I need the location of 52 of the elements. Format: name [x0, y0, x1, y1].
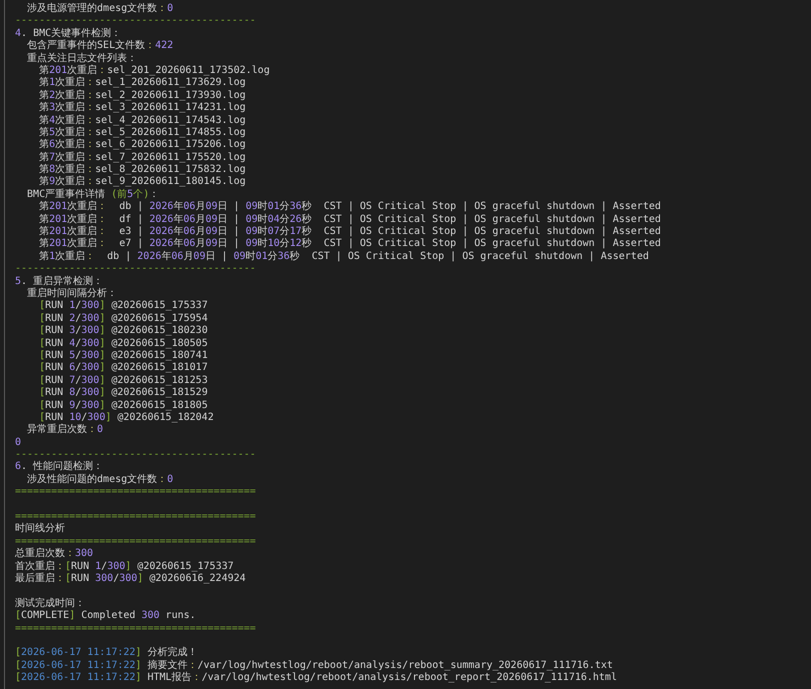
terminal-line: 首次重启：[RUN 1/300] @20260615_175337: [15, 560, 234, 572]
terminal-line: 总重启次数：300: [15, 548, 94, 560]
terminal-line: 第201次重启： e7 | 2026年06月 09日 | 09时10分12秒 CST | OS Critical Stop | OS graceful shutdown | Asserted: [38, 238, 661, 250]
terminal-line: 最后重启：[RUN 300/300] @20260616_224924: [15, 572, 246, 586]
terminal-line: [RUN 2/300] @20260615_175954: [38, 312, 208, 325]
terminal-line: [2026-06-17 11:17:22] 摘要文件：/var/log/hwtestlog/reboot/analysis/reboot_summary_20260617_111716.txt: [15, 660, 613, 672]
terminal-line: [RUN 5/300] @20260615_180741: [38, 350, 208, 362]
divider-text: ----------------------------------------: [15, 263, 256, 276]
terminal-line: 第201次重启： db | 2026年06月 09日 | 09时01分36秒 CST | OS Critical Stop | OS graceful shutdown | Asserted: [38, 201, 661, 214]
terminal-line: 第1次重启： db | 2026年06月 09日 | 09时01分36秒 CST | OS Critical Stop | OS graceful shutdown | Asserted: [38, 250, 649, 264]
divider-text: ----------------------------------------: [15, 449, 256, 460]
terminal-line: 第7次重启：sel_7_20260611_175520.log: [38, 152, 246, 164]
divider-text: ========================================: [15, 622, 256, 635]
divider-text: ========================================: [15, 486, 256, 499]
divider-text: ----------------------------------------: [15, 15, 256, 28]
terminal-line: [COMPLETE] Completed 300 runs.: [15, 610, 196, 623]
terminal-line: BMC严重事件详情 (前5个)：: [26, 188, 160, 200]
terminal-line: 第8次重启：sel_8_20260611_175832.log: [38, 164, 246, 176]
terminal-line: 第5次重启：sel_5_20260611_174855.log: [38, 126, 246, 138]
terminal-line: 第1次重启：sel_1_20260611_173629.log: [38, 77, 246, 90]
terminal-line: 异常重启次数：0: [26, 424, 104, 437]
terminal-line: 包含严重事件的SEL文件数：422: [26, 40, 174, 52]
terminal-line: 4. BMC关键事件检测：: [15, 28, 122, 40]
divider-text: ========================================: [15, 511, 256, 522]
terminal-line: [RUN 10/300] @20260615_182042: [38, 412, 214, 424]
terminal-line: 涉及电源管理的dmesg文件数：0: [26, 3, 174, 16]
terminal-line: [RUN 3/300] @20260615_180230: [38, 325, 208, 338]
terminal-line: 第201次重启：sel_201_20260611_173502.log: [38, 64, 270, 76]
terminal-line: [RUN 4/300] @20260615_180505: [38, 338, 208, 350]
terminal-line: [RUN 7/300] @20260615_181253: [38, 374, 208, 387]
terminal-line: 涉及性能问题的dmesg文件数：0: [26, 474, 174, 486]
terminal-line: 5. 重启异常检测：: [15, 276, 104, 288]
divider-text: ========================================: [15, 536, 256, 548]
terminal-line: [RUN 6/300] @20260615_181017: [38, 362, 208, 375]
terminal-line: 第4次重启：sel_4_20260611_174543.log: [38, 114, 246, 126]
terminal-line: 第3次重启：sel_3_20260611_174231.log: [38, 102, 246, 114]
terminal-line: [RUN 1/300] @20260615_175337: [38, 300, 208, 313]
terminal-line: [RUN 8/300] @20260615_181529: [38, 387, 208, 400]
terminal-line: 第6次重启：sel_6_20260611_175206.log: [38, 139, 246, 152]
terminal-line: [2026-06-17 11:17:22] HTML报告：/var/log/hwtestlog/reboot/analysis/reboot_report_20260617_111716.html: [15, 672, 617, 684]
terminal-line: [RUN 9/300] @20260615_181805: [38, 400, 208, 412]
terminal-line: 测试完成时间：: [15, 598, 85, 610]
terminal-line: 第9次重启：sel_9_20260611_180145.log: [38, 176, 246, 188]
terminal-line: 第2次重启：sel_2_20260611_173930.log: [38, 90, 246, 102]
terminal-line: 第201次重启： df | 2026年06月 09日 | 09时04分26秒 CST | OS Critical Stop | OS graceful shutdown | Asserted: [38, 214, 661, 226]
terminal-line: [2026-06-17 11:17:22] 分析完成！: [15, 647, 198, 660]
terminal-line: 重启时间间隔分析：: [26, 288, 118, 300]
terminal-line: 重点关注日志文件列表：: [26, 52, 138, 64]
terminal-line: 时间线分析: [15, 523, 65, 536]
terminal-line: 第201次重启： e3 | 2026年06月 09日 | 09时07分17秒 CST | OS Critical Stop | OS graceful shutdown | Asserted: [38, 226, 661, 238]
terminal-line: 6. 性能问题检测：: [15, 461, 104, 474]
terminal-line: 0: [15, 436, 22, 450]
